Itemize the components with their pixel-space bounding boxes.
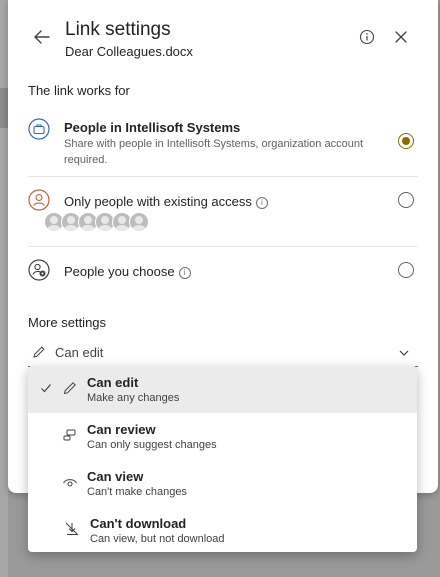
back-arrow-icon[interactable] <box>32 27 52 47</box>
menu-item-title: Can't download <box>90 516 187 531</box>
info-icon[interactable]: i <box>178 266 191 279</box>
menu-item-description: Can't make changes <box>87 486 187 498</box>
option-people-you-choose-title: People you choose i <box>64 264 191 279</box>
option-existing-access-title: Only people with existing access i <box>64 194 268 209</box>
option-people-you-choose-radio[interactable] <box>398 262 414 278</box>
eye-icon <box>63 479 77 487</box>
info-icon[interactable] <box>359 29 375 45</box>
pencil-icon <box>33 346 45 358</box>
menu-item-title: Can edit <box>87 375 139 390</box>
briefcase-icon <box>28 118 50 140</box>
option-people-you-choose[interactable]: People you choose i <box>28 259 418 285</box>
menu-item-description: Make any changes <box>87 392 180 404</box>
file-name: Dear Colleagues.docx <box>65 44 193 59</box>
people-settings-icon <box>28 259 50 281</box>
chevron-down-icon <box>399 350 409 356</box>
person-icon <box>28 189 50 211</box>
option-organization-radio[interactable] <box>398 133 414 149</box>
close-icon[interactable] <box>394 30 408 44</box>
menu-item-can-edit[interactable]: Can edit Make any changes <box>28 366 417 413</box>
background-stripe <box>0 88 8 128</box>
page-title: Link settings <box>65 19 171 40</box>
permission-value: Can edit <box>55 345 104 360</box>
option-organization-description: Share with people in Intellisoft Systems… <box>64 138 363 166</box>
menu-item-description: Can only suggest changes <box>87 439 217 451</box>
option-organization[interactable]: People in Intellisoft Systems Share with… <box>28 118 418 170</box>
permission-dropdown[interactable]: Can edit <box>28 342 418 367</box>
menu-item-can-view[interactable]: Can view Can't make changes <box>28 460 417 507</box>
review-icon <box>63 429 76 441</box>
pencil-icon <box>63 382 76 395</box>
permission-menu: Can edit Make any changes Can review Can… <box>28 366 417 552</box>
no-download-icon <box>65 522 79 536</box>
option-organization-title: People in Intellisoft Systems <box>64 120 241 135</box>
menu-item-can-review[interactable]: Can review Can only suggest changes <box>28 413 417 460</box>
menu-item-title: Can view <box>87 469 144 484</box>
divider <box>28 246 418 247</box>
menu-item-title: Can review <box>87 422 156 437</box>
background-area <box>0 0 8 577</box>
avatar-group <box>44 212 154 234</box>
avatar <box>129 212 149 232</box>
info-icon[interactable]: i <box>255 196 268 209</box>
option-existing-access-radio[interactable] <box>398 192 414 208</box>
menu-item-cant-download[interactable]: Can't download Can view, but not downloa… <box>28 507 417 552</box>
menu-item-description: Can view, but not download <box>90 533 225 545</box>
more-settings-label: More settings <box>28 315 107 330</box>
divider <box>28 176 418 177</box>
link-works-for-label: The link works for <box>28 83 130 98</box>
checkmark-icon <box>41 384 51 393</box>
